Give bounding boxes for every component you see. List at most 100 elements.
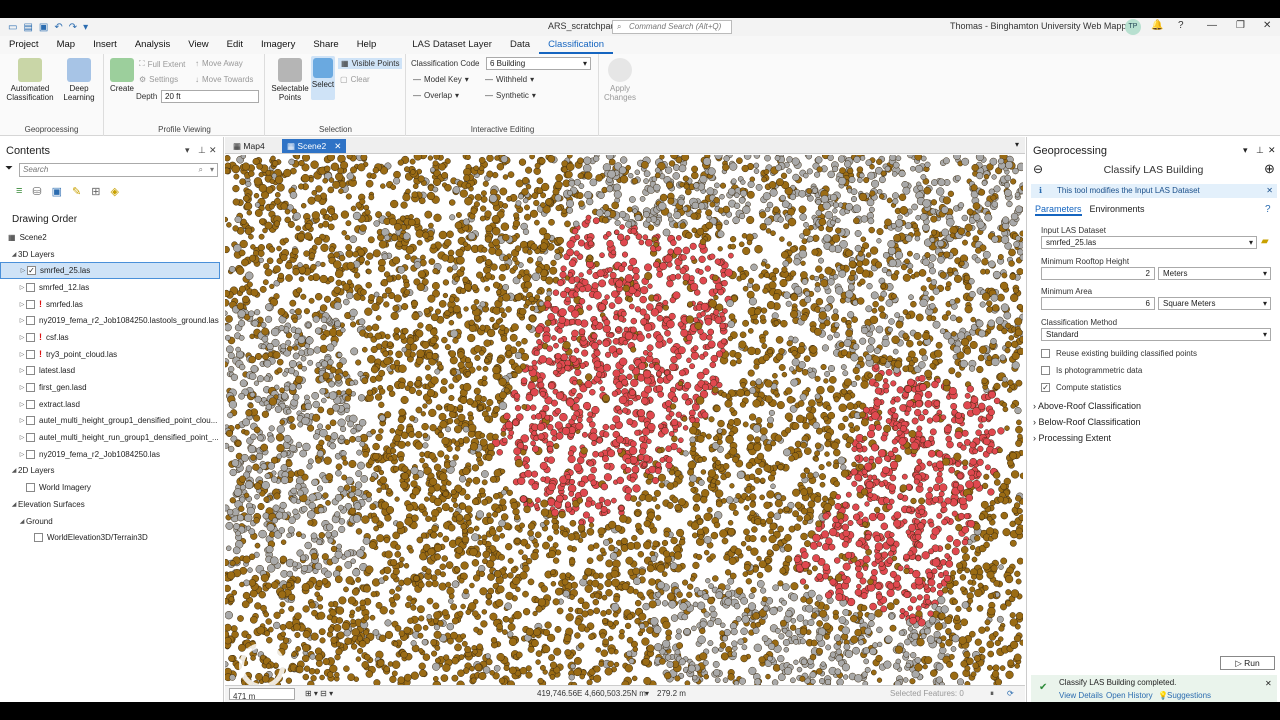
- layer-row[interactable]: World Imagery: [0, 479, 224, 496]
- folder-icon[interactable]: ▰: [1261, 236, 1269, 247]
- min-area-unit[interactable]: Square Meters ▾: [1158, 297, 1271, 310]
- selectable-points-button[interactable]: Selectable Points: [270, 58, 310, 102]
- close-icon[interactable]: ✕: [1265, 679, 1272, 688]
- tab-classification[interactable]: Classification: [539, 36, 614, 54]
- editing-icon[interactable]: ✎: [72, 185, 81, 198]
- data-source-icon[interactable]: ⛁: [32, 185, 41, 198]
- section-processing-extent[interactable]: › Processing Extent: [1033, 433, 1111, 443]
- tab-data[interactable]: Data: [501, 36, 539, 54]
- input-las-field[interactable]: smrfed_25.las ▾: [1041, 236, 1257, 249]
- redo-icon[interactable]: ↷: [69, 22, 77, 33]
- depth-input[interactable]: 20 ft: [161, 90, 259, 103]
- checkbox-icon[interactable]: [26, 449, 35, 459]
- automated-classification-button[interactable]: Automated Classification: [4, 58, 56, 102]
- command-search-input[interactable]: ⌕ Command Search (Alt+Q): [612, 20, 732, 34]
- settings-button[interactable]: ⚙ Settings: [139, 75, 178, 84]
- layer-row[interactable]: ▷! csf.las: [0, 329, 224, 346]
- checkbox-icon[interactable]: [1041, 366, 1050, 375]
- new-project-icon[interactable]: ▭: [8, 22, 17, 33]
- view-details-link[interactable]: View Details: [1059, 691, 1103, 700]
- add-icon[interactable]: ⊕: [1264, 161, 1275, 177]
- tree-ground[interactable]: ◢ Ground: [0, 513, 224, 530]
- refresh-icon[interactable]: ⟳: [1007, 689, 1014, 698]
- suggestions-link[interactable]: Suggestions: [1167, 691, 1211, 700]
- deep-learning-button[interactable]: Deep Learning: [58, 58, 100, 102]
- scene-view[interactable]: [225, 155, 1023, 685]
- snapping-icon[interactable]: ⊞: [91, 185, 100, 198]
- min-area-input[interactable]: 6: [1041, 297, 1155, 310]
- drawing-order-icon[interactable]: ≡: [16, 185, 22, 198]
- min-rooftop-unit[interactable]: Meters ▾: [1158, 267, 1271, 280]
- tab-insert[interactable]: Insert: [84, 36, 126, 54]
- layer-row[interactable]: ▷ smrfed_12.las: [0, 279, 224, 296]
- reuse-checkbox[interactable]: Reuse existing building classified point…: [1041, 349, 1197, 358]
- tab-analysis[interactable]: Analysis: [126, 36, 179, 54]
- checkbox-icon[interactable]: [26, 349, 35, 359]
- tree-3d-layers[interactable]: ◢ 3D Layers: [0, 246, 224, 263]
- avatar[interactable]: TP: [1125, 19, 1141, 35]
- checkbox-icon[interactable]: [26, 383, 35, 393]
- section-above-roof[interactable]: › Above-Roof Classification: [1033, 401, 1141, 411]
- layer-row[interactable]: ▷ ✓ smrfed_25.las: [0, 262, 220, 280]
- model-key-toggle[interactable]: — Model Key ▾: [413, 75, 469, 84]
- help-icon[interactable]: ?: [1178, 20, 1184, 31]
- checkbox-icon[interactable]: [34, 533, 43, 543]
- apply-changes-button[interactable]: Apply Changes: [602, 58, 638, 102]
- tree-2d-layers[interactable]: ◢ 2D Layers: [0, 463, 224, 480]
- tab-help[interactable]: Help: [348, 36, 386, 54]
- pin-icon[interactable]: ⊥: [1256, 145, 1264, 156]
- checkbox-icon[interactable]: [26, 416, 35, 426]
- bell-icon[interactable]: 🔔: [1151, 20, 1163, 31]
- clear-selection-button[interactable]: ▢ Clear: [340, 75, 370, 84]
- open-icon[interactable]: ▤: [23, 22, 32, 33]
- layer-row[interactable]: ▷ autel_multi_height_group1_densified_poi…: [0, 413, 224, 430]
- close-icon[interactable]: ✕: [209, 145, 217, 156]
- checkbox-icon[interactable]: [26, 399, 35, 409]
- tab-view[interactable]: View: [179, 36, 217, 54]
- checkbox-icon[interactable]: ✓: [1041, 383, 1050, 392]
- withheld-toggle[interactable]: — Withheld ▾: [485, 75, 534, 84]
- create-profile-button[interactable]: Create: [109, 58, 135, 93]
- method-dropdown[interactable]: Standard ▾: [1041, 328, 1271, 341]
- tab-scene2[interactable]: ▦ Scene2 ✕: [282, 139, 347, 153]
- section-below-roof[interactable]: › Below-Roof Classification: [1033, 417, 1141, 427]
- navigator-control[interactable]: [239, 643, 285, 685]
- classification-code-dropdown[interactable]: 6 Building ▾: [486, 57, 591, 70]
- checkbox-icon[interactable]: [26, 282, 35, 292]
- synthetic-toggle[interactable]: — Synthetic ▾: [485, 91, 536, 100]
- labeling-icon[interactable]: ◈: [110, 185, 118, 198]
- move-towards-button[interactable]: ↓ Move Towards: [195, 75, 253, 84]
- compute-stats-checkbox[interactable]: ✓ Compute statistics: [1041, 383, 1121, 392]
- open-history-link[interactable]: Open History: [1106, 691, 1153, 700]
- full-extent-button[interactable]: ⛶ Full Extent: [139, 59, 185, 69]
- tab-environments[interactable]: Environments: [1090, 204, 1145, 216]
- run-button[interactable]: ▷ Run: [1220, 656, 1275, 670]
- checkbox-icon[interactable]: [1041, 349, 1050, 358]
- overlap-toggle[interactable]: — Overlap ▾: [413, 91, 459, 100]
- help-icon[interactable]: ?: [1265, 204, 1271, 215]
- layer-row[interactable]: ▷ latest.lasd: [0, 363, 224, 380]
- customize-icon[interactable]: ▾: [83, 22, 88, 33]
- tab-map4[interactable]: ▦ Map4: [228, 139, 270, 153]
- chevron-down-icon[interactable]: ▾: [1015, 140, 1019, 149]
- close-icon[interactable]: ✕: [334, 141, 341, 151]
- tab-las-dataset-layer[interactable]: LAS Dataset Layer: [403, 36, 501, 54]
- tree-scene[interactable]: ▦ Scene2: [0, 229, 224, 246]
- checkbox-icon[interactable]: [26, 483, 35, 493]
- contents-search-input[interactable]: Search ⌕ ▾: [19, 163, 218, 177]
- maximize-icon[interactable]: ❐: [1236, 20, 1245, 31]
- close-icon[interactable]: ✕: [1263, 20, 1271, 31]
- chevron-down-icon[interactable]: ▾: [185, 145, 190, 156]
- undo-icon[interactable]: ↶: [54, 22, 62, 33]
- move-away-button[interactable]: ↑ Move Away: [195, 59, 243, 68]
- layer-row[interactable]: ▷ extract.lasd: [0, 396, 224, 413]
- select-button[interactable]: Select: [311, 56, 335, 100]
- min-rooftop-input[interactable]: 2: [1041, 267, 1155, 280]
- layer-row[interactable]: ▷! smrfed.las: [0, 296, 224, 313]
- checkbox-icon[interactable]: [26, 433, 35, 443]
- visible-points-toggle[interactable]: ▦ Visible Points: [338, 58, 403, 69]
- close-icon[interactable]: ✕: [1266, 184, 1273, 198]
- layer-row[interactable]: ▷! try3_point_cloud.las: [0, 346, 224, 363]
- checkbox-icon[interactable]: [26, 366, 35, 376]
- tab-edit[interactable]: Edit: [218, 36, 252, 54]
